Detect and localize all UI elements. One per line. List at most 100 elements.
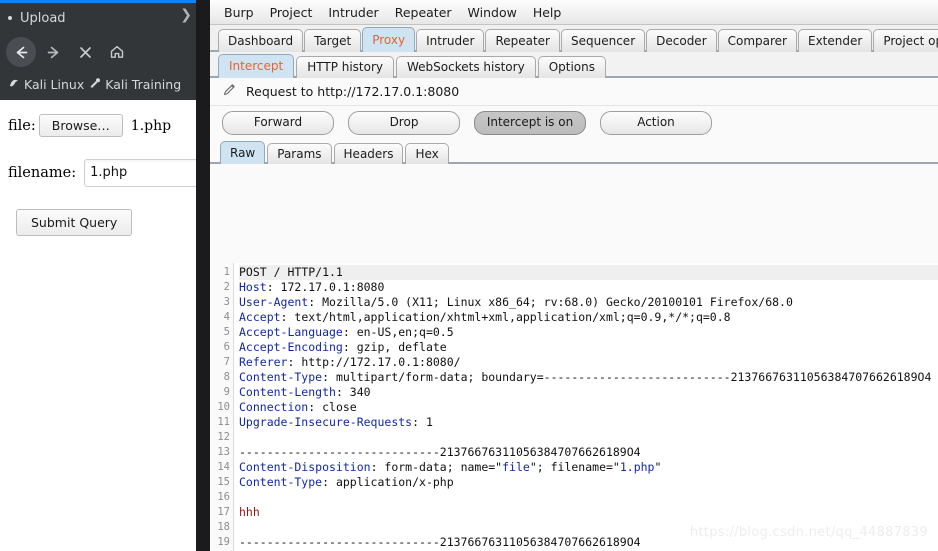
request-line [239,430,938,445]
menu-repeater[interactable]: Repeater [387,2,460,23]
request-token: : application/x-php [322,475,454,489]
tab-sequencer[interactable]: Sequencer [561,29,646,52]
file-upload-row: file: Browse… 1.php [8,114,196,137]
browse-button[interactable]: Browse… [38,114,123,137]
request-token: Upgrade-Insecure-Requests [239,415,413,429]
subtab-http-history[interactable]: HTTP history [296,56,395,78]
request-line: Content-Disposition: form-data; name="fi… [239,460,938,475]
view-tab-raw[interactable]: Raw [220,141,266,164]
menu-help[interactable]: Help [525,2,570,23]
watermark-text: https://blog.csdn.net/qq_44887839 [689,525,928,540]
view-tab-hex[interactable]: Hex [405,143,449,164]
drop-button[interactable]: Drop [348,110,460,135]
request-token: : 172.17.0.1:8080 [266,280,385,294]
menu-intruder[interactable]: Intruder [320,2,386,23]
line-number: 11 [217,416,230,428]
line-number: 5 [223,326,230,338]
forward-arrow-icon[interactable] [38,37,68,67]
message-view-tab-bar: Raw Params Headers Hex [210,139,938,164]
tab-project-options[interactable]: Project options [873,29,938,52]
tab-extender[interactable]: Extender [798,29,873,52]
request-token: Content-Type [239,370,323,384]
request-line: hhh [239,505,938,520]
tab-comparer[interactable]: Comparer [717,29,797,52]
request-line: Host: 172.17.0.1:8080 [239,280,938,295]
navigation-toolbar [0,33,196,71]
tab-strip: Upload ❯ [0,3,196,33]
intercept-toggle-button[interactable]: Intercept is on [474,110,586,135]
filename-input[interactable] [84,159,196,187]
request-line: Upgrade-Insecure-Requests: 1 [239,415,938,430]
request-token: : form-data; name=" [370,460,503,474]
raw-request-editor[interactable]: 123456789101112131415161718192021222324 … [210,263,938,551]
request-line: Content-Type: application/x-php [239,475,938,490]
line-number: 17 [217,506,230,518]
action-button[interactable]: Action [600,110,712,135]
request-line: Connection: close [239,400,938,415]
request-line: Referer: http://172.17.0.1:8080/ [239,355,938,370]
tab-bullet-icon [8,16,12,20]
browser-tab-upload[interactable]: Upload [8,5,196,31]
tab-repeater[interactable]: Repeater [485,29,560,52]
tab-decoder[interactable]: Decoder [646,29,717,52]
browser-tab-title: Upload [20,10,66,26]
subtab-options[interactable]: Options [537,56,606,78]
request-token: : Mozilla/5.0 (X11; Linux x86_64; rv:68.… [308,295,793,309]
line-number: 8 [223,371,230,383]
request-token: file [502,460,530,474]
browser-chrome: Upload ❯ Kali Linux Kali Training [0,3,196,100]
request-token: User-Agent [239,295,309,309]
close-x-icon[interactable] [70,37,100,67]
line-number: 19 [217,536,230,548]
tab-proxy[interactable]: Proxy [362,27,416,52]
view-tab-params[interactable]: Params [267,143,332,164]
window-edge-divider [196,0,210,551]
request-token: hhh [239,505,260,519]
request-token: Accept-Encoding [239,340,343,354]
tab-dashboard[interactable]: Dashboard [218,29,304,52]
proxy-sub-tab-bar: Intercept HTTP history WebSockets histor… [210,52,938,78]
file-label: file: [8,117,36,134]
menu-bar: Burp Project Intruder Repeater Window He… [210,0,938,25]
line-number: 1 [223,266,230,278]
page-content: file: Browse… 1.php filename: Submit Que… [0,100,196,551]
forward-button[interactable]: Forward [222,110,334,135]
request-token: -----------------------------21376676311… [239,445,641,459]
request-line: Accept-Encoding: gzip, deflate [239,340,938,355]
request-text[interactable]: POST / HTTP/1.1 Host: 172.17.0.1:8080 User… [234,263,938,551]
bookmark-kali-training[interactable]: Kali Training [89,77,181,92]
request-target-text: Request to http://172.17.0.1:8080 [246,84,460,99]
tab-intruder[interactable]: Intruder [416,29,485,52]
bookmark-kali-linux[interactable]: Kali Linux [8,77,84,92]
kali-dragon-icon [8,77,20,92]
request-token: : en-US,en;q=0.5 [342,325,454,339]
request-line: Content-Length: 340 [239,385,938,400]
menu-project[interactable]: Project [262,2,321,23]
back-arrow-icon[interactable] [6,37,36,67]
filename-row: filename: [8,159,196,187]
view-tab-headers[interactable]: Headers [333,143,404,164]
line-number: 18 [217,521,230,533]
subtab-intercept[interactable]: Intercept [218,54,295,78]
line-number: 14 [217,461,230,473]
request-line: POST / HTTP/1.1 [239,265,938,280]
request-banner: Request to http://172.17.0.1:8080 [210,78,938,106]
submit-query-button[interactable]: Submit Query [16,209,133,236]
intercept-panel: Request to http://172.17.0.1:8080 Forwar… [210,78,938,551]
subtab-websockets-history[interactable]: WebSockets history [396,56,536,78]
home-icon[interactable] [102,37,132,67]
submit-row: Submit Query [8,209,196,236]
bookmark-label: Kali Linux [24,77,85,92]
request-line: Accept: text/html,application/xhtml+xml,… [239,310,938,325]
menu-window[interactable]: Window [460,2,525,23]
request-token: "; filename=" [529,460,620,474]
request-line: Accept-Language: en-US,en;q=0.5 [239,325,938,340]
menu-burp[interactable]: Burp [216,2,262,23]
line-number: 15 [217,476,230,488]
chevron-right-icon[interactable]: ❯ [180,7,192,23]
tab-target[interactable]: Target [304,29,362,52]
request-token: " [654,460,662,474]
request-line: -----------------------------21376676311… [239,445,938,460]
line-number: 12 [217,431,230,443]
request-token: Accept-Language [239,325,343,339]
